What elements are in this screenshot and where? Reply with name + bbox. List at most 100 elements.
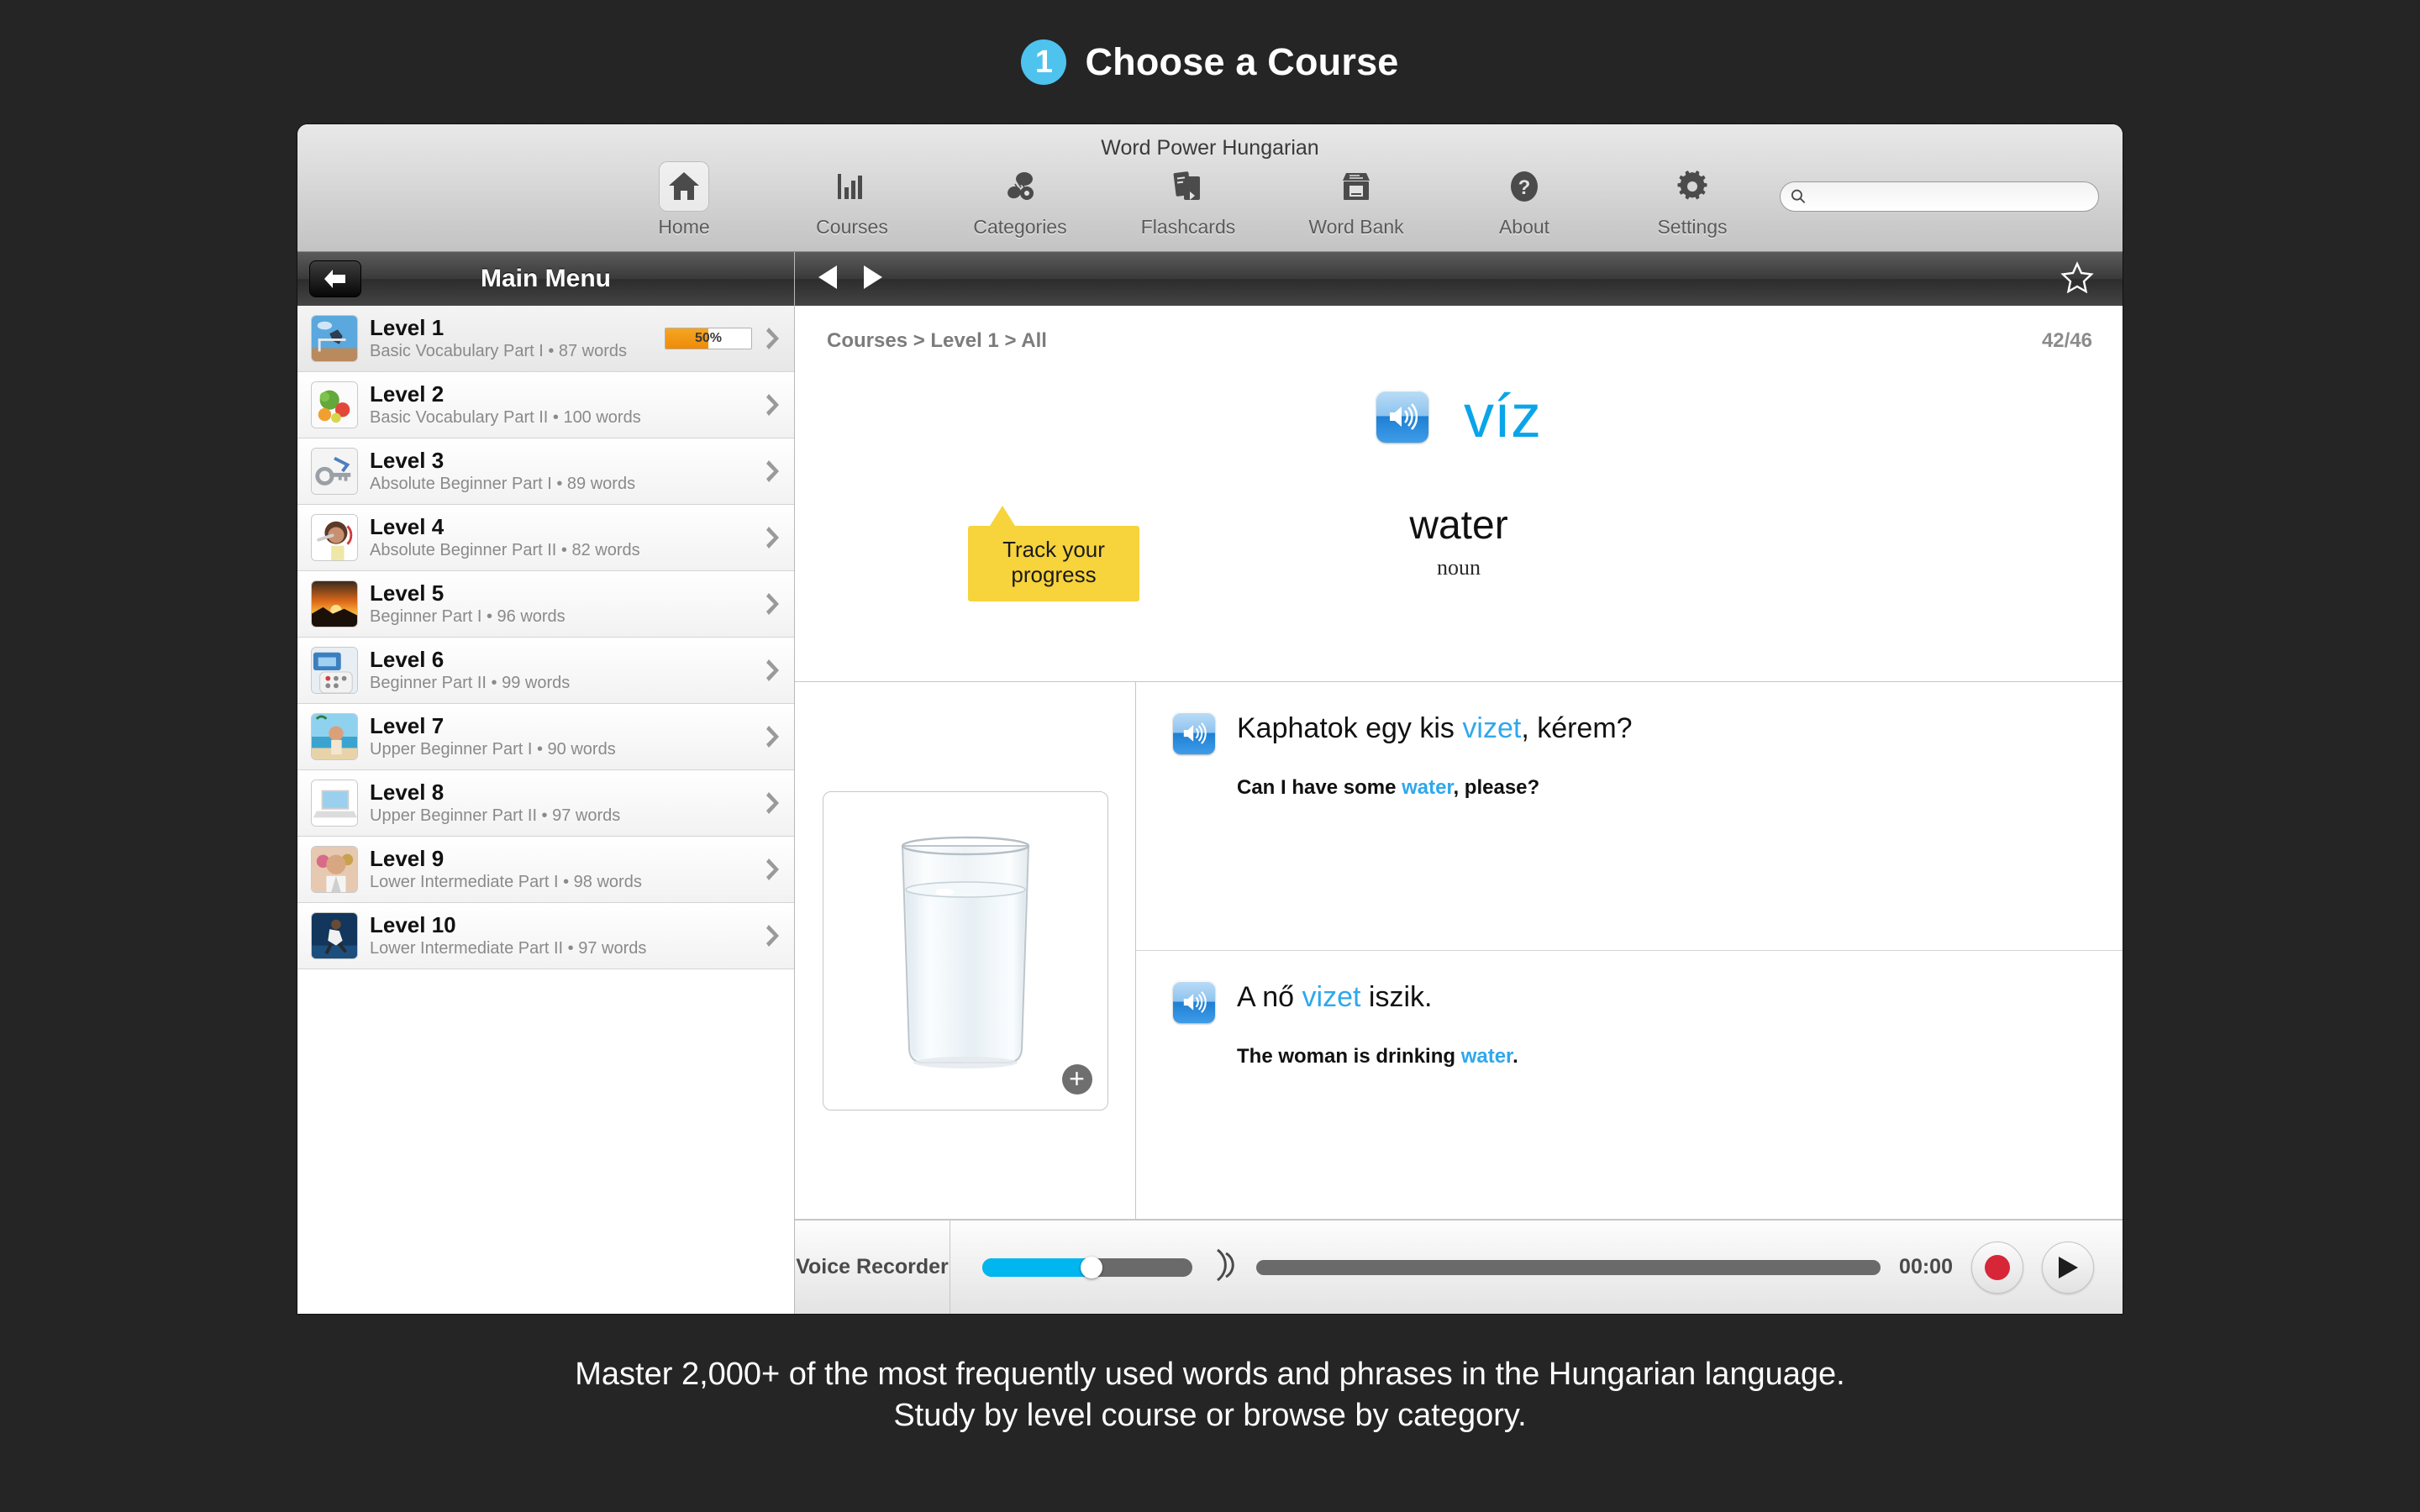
list-item-title: Level 6: [370, 647, 445, 673]
toolbar-label-about: About: [1498, 216, 1550, 238]
progress-label: 50%: [694, 331, 723, 345]
list-item-subtitle: Absolute Beginner Part I • 89 words: [370, 474, 636, 493]
play-sentence-audio-button[interactable]: [1173, 712, 1215, 754]
list-item[interactable]: Level 9 Lower Intermediate Part I • 98 w…: [297, 837, 794, 903]
volume-slider[interactable]: [982, 1256, 1192, 1278]
sidebar-header: Main Menu: [297, 252, 794, 306]
list-item-subtitle: Upper Beginner Part II • 97 words: [370, 806, 621, 825]
star-icon: [2060, 260, 2094, 293]
previous-button[interactable]: [817, 265, 839, 294]
toolbar-item-courses[interactable]: Courses: [768, 161, 936, 239]
list-item[interactable]: Level 8 Upper Beginner Part II • 97 word…: [297, 770, 794, 837]
toolbar-label-flashcards: Flashcards: [1140, 216, 1236, 238]
word-translation: water: [1409, 503, 1508, 548]
flashcards-icon: [1163, 161, 1213, 212]
list-item[interactable]: Level 3 Absolute Beginner Part I • 89 wo…: [297, 438, 794, 505]
promo-title: Choose a Course: [1085, 40, 1399, 83]
play-icon: [2059, 1256, 2078, 1278]
voice-recorder-bar: Voice Recorder 00:00: [795, 1220, 2123, 1314]
toolbar-item-word-bank[interactable]: Word Bank: [1272, 161, 1440, 239]
word-part-of-speech: noun: [1437, 555, 1481, 580]
toolbar-item-settings[interactable]: Settings: [1608, 161, 1776, 239]
glass-of-water-image: [901, 836, 1029, 1068]
chevron-right-icon: [764, 924, 782, 948]
list-item[interactable]: Level 2 Basic Vocabulary Part II • 100 w…: [297, 372, 794, 438]
main-navbar: [795, 252, 2123, 306]
toolbar-label-categories: Categories: [973, 216, 1067, 238]
sentence-en-pre: Can I have some: [1237, 776, 1402, 799]
caption-line-1: Master 2,000+ of the most frequently use…: [575, 1357, 1845, 1392]
volume-slider-knob[interactable]: [1081, 1256, 1102, 1278]
app-window: Word Power Hungarian Home Courses Catego…: [297, 124, 2123, 1314]
list-item-title: Level 8: [370, 780, 445, 806]
speaker-icon: [1183, 991, 1207, 1013]
list-item-subtitle: Beginner Part I • 96 words: [370, 606, 566, 626]
toolbar-item-about[interactable]: ? About: [1440, 161, 1608, 239]
chevron-right-icon: [764, 459, 782, 483]
sidebar-title: Main Menu: [481, 265, 611, 292]
toolbar-item-flashcards[interactable]: Flashcards: [1104, 161, 1272, 239]
chevron-right-icon: [764, 327, 782, 350]
zoom-image-button[interactable]: +: [1061, 1063, 1092, 1095]
search-box[interactable]: [1780, 181, 2099, 212]
sentence-target-text: Kaphatok egy kis vizet, kérem?: [1237, 711, 1633, 747]
app-body: Main Menu Level 1 Basic Vocabulary Part …: [297, 252, 2123, 1314]
favorite-button[interactable]: [2060, 260, 2094, 297]
list-item[interactable]: Level 10 Lower Intermediate Part II • 97…: [297, 903, 794, 969]
record-button[interactable]: [1971, 1241, 2023, 1294]
runner-thumb: [311, 912, 358, 959]
search-icon: [1791, 189, 1806, 204]
recorder-controls: 00:00: [950, 1221, 2123, 1314]
sentence-line: Kaphatok egy kis vizet, kérem?: [1173, 711, 2089, 754]
sentence-en-post: .: [1512, 1045, 1518, 1068]
recorder-timecode: 00:00: [1899, 1255, 1953, 1278]
toolbar-label-home: Home: [658, 216, 710, 238]
list-item[interactable]: Level 6 Beginner Part II • 99 words: [297, 638, 794, 704]
word-card: Courses > Level 1 > All 42/46 víz water …: [795, 306, 2123, 682]
promo-header: 1 Choose a Course: [0, 0, 2420, 124]
chevron-right-icon: [764, 393, 782, 417]
word-image-frame[interactable]: +: [822, 790, 1108, 1110]
sentence-target-highlight: vizet: [1302, 981, 1361, 1013]
list-item[interactable]: Level 5 Beginner Part I • 96 words: [297, 571, 794, 638]
list-item[interactable]: Level 1 Basic Vocabulary Part I • 87 wor…: [297, 306, 794, 372]
list-item-subtitle: Lower Intermediate Part II • 97 words: [370, 938, 647, 958]
list-item-subtitle: Lower Intermediate Part I • 98 words: [370, 872, 642, 891]
sentence-translation: Can I have some water, please?: [1237, 776, 2089, 800]
play-sentence-audio-button[interactable]: [1173, 981, 1215, 1023]
triangle-right-icon: [864, 265, 882, 289]
home-icon: [659, 161, 709, 212]
list-item-text: Level 10 Lower Intermediate Part II • 97…: [370, 913, 752, 958]
play-word-audio-button[interactable]: [1376, 391, 1428, 443]
sentence-target-pre: Kaphatok egy kis: [1237, 712, 1463, 744]
breadcrumb[interactable]: Courses > Level 1 > All: [827, 329, 1047, 353]
word-target: víz: [1463, 383, 1541, 450]
sentence-target-post: iszik.: [1360, 981, 1433, 1013]
list-item-text: Level 4 Absolute Beginner Part II • 82 w…: [370, 515, 752, 559]
sentence-translation: The woman is drinking water.: [1237, 1045, 2089, 1068]
sunset-thumb: [311, 580, 358, 627]
categories-icon: [995, 161, 1045, 212]
toolbar-label-word-bank: Word Bank: [1308, 216, 1404, 238]
list-item-title: Level 1: [370, 315, 445, 341]
chevron-right-icon: [764, 858, 782, 881]
next-button[interactable]: [862, 265, 884, 294]
example-sentences: Kaphatok egy kis vizet, kérem? Can I hav…: [1136, 682, 2123, 1219]
playback-seek-bar[interactable]: [1256, 1259, 1881, 1275]
volume-wave-icon: [1211, 1247, 1238, 1288]
toolbar-item-categories[interactable]: Categories: [936, 161, 1104, 239]
main-panel: Courses > Level 1 > All 42/46 víz water …: [795, 252, 2123, 1314]
list-item[interactable]: Level 7 Upper Beginner Part I • 90 words: [297, 704, 794, 770]
card-counter: 42/46: [2041, 329, 2092, 352]
back-button[interactable]: [309, 260, 361, 297]
list-item[interactable]: Level 4 Absolute Beginner Part II • 82 w…: [297, 505, 794, 571]
play-button[interactable]: [2042, 1241, 2094, 1294]
laptop-thumb: [311, 780, 358, 827]
search-input[interactable]: [1812, 186, 2088, 207]
toolbar-label-settings: Settings: [1657, 216, 1728, 238]
progress-bar: 50%: [665, 328, 752, 349]
hurdle-runner-thumb: [311, 315, 358, 362]
toolbar-item-home[interactable]: Home: [600, 161, 768, 239]
sidebar: Main Menu Level 1 Basic Vocabulary Part …: [297, 252, 795, 1314]
question-mark-icon: ?: [1499, 161, 1549, 212]
